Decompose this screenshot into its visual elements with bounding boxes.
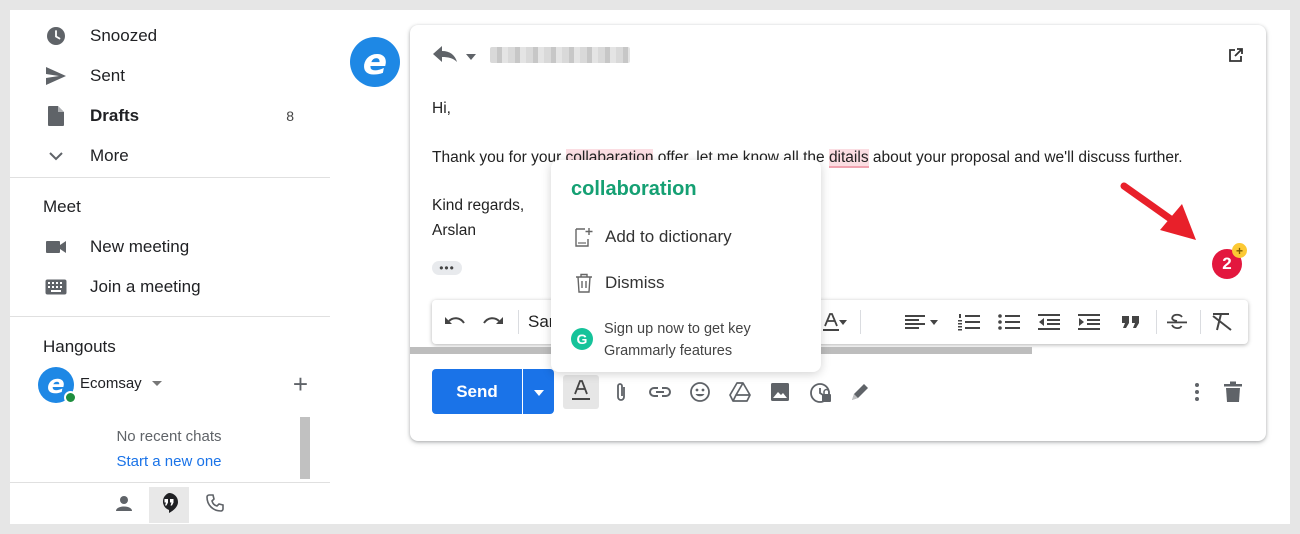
emoji-icon[interactable] [687,379,713,405]
join-meeting-button[interactable]: Join a meeting [10,267,330,307]
reply-type-selector[interactable] [432,43,476,69]
indent-less-icon[interactable] [1036,310,1062,334]
trash-icon[interactable] [1220,379,1246,405]
text-segment: about your proposal and we'll discuss fu… [868,149,1183,166]
hangouts-tabs [10,482,330,524]
video-camera-icon [44,235,68,259]
grammarly-logo-icon: G [571,328,593,350]
dismiss-button[interactable]: Dismiss [571,270,811,296]
signup-line: Sign up now to get key [604,321,751,337]
caret-down-icon[interactable] [836,310,850,334]
sidebar-item-drafts[interactable]: Drafts 8 [10,96,330,136]
caret-down-icon[interactable] [152,381,162,386]
arrow-annotation-icon [1120,182,1202,249]
phone-icon [206,493,224,517]
sender-avatar: e [350,37,400,87]
pop-out-icon[interactable] [1228,47,1244,68]
add-to-dictionary-label: Add to dictionary [605,227,732,246]
redo-icon[interactable] [480,310,506,334]
trash-icon [571,270,597,296]
gmail-window: Snoozed Sent Drafts 8 More Meet New meet… [10,10,1290,524]
sidebar-item-label: Sent [90,66,125,85]
sidebar-item-label: More [90,146,129,165]
link-icon[interactable] [647,379,673,405]
email-signature: Arslan [432,222,476,239]
dismiss-label: Dismiss [605,273,665,292]
more-options-icon[interactable] [1184,379,1210,405]
hangouts-icon [159,492,179,519]
person-icon [115,494,133,517]
clock-icon [44,24,68,48]
drive-icon[interactable] [727,379,753,405]
sidebar-item-label: Drafts [90,106,140,125]
hangouts-user[interactable]: e Ecomsay + [38,367,328,404]
grammarly-signup-link[interactable]: G Sign up now to get key Grammarly featu… [571,318,811,362]
toolbar-separator [518,310,519,334]
hangouts-user-name: Ecomsay [80,375,142,392]
toolbar-separator [1156,310,1157,334]
sidebar-item-snoozed[interactable]: Snoozed [10,16,330,56]
more-send-options-button[interactable] [523,369,554,414]
caret-down-icon [466,47,476,65]
align-icon[interactable] [902,310,928,334]
start-new-chat-link[interactable]: Start a new one [38,453,300,470]
strikethrough-icon[interactable] [1164,310,1190,334]
signup-line: Grammarly features [604,343,733,359]
caret-down-icon [533,383,544,401]
new-meeting-button[interactable]: New meeting [10,227,330,267]
add-to-dictionary-button[interactable]: Add to dictionary [571,224,811,250]
quote-icon[interactable] [1118,310,1144,334]
sidebar-item-sent[interactable]: Sent [10,56,330,96]
send-button[interactable]: Send [432,369,522,414]
sidebar-item-label: Snoozed [90,26,158,45]
draft-icon [44,104,68,128]
send-icon [44,64,68,88]
signature-pen-icon[interactable] [847,379,873,405]
scrollbar[interactable] [300,417,310,479]
misspelled-word[interactable]: ditails [828,149,869,168]
grammarly-premium-indicator: + [1232,243,1247,258]
email-greeting: Hi, [432,100,451,117]
chats-tab[interactable] [149,487,189,523]
meet-title: Meet [43,197,81,216]
chat-list: No recent chats Start a new one [38,415,310,480]
indent-more-icon[interactable] [1076,310,1102,334]
sidebar-item-more[interactable]: More [10,136,330,176]
bulleted-list-icon[interactable] [996,310,1022,334]
contacts-tab[interactable] [104,487,144,523]
attach-icon[interactable] [608,379,634,405]
hangouts-title: Hangouts [43,337,116,356]
chevron-down-icon [44,144,68,168]
sidebar: Snoozed Sent Drafts 8 More Meet New meet… [10,10,330,524]
grammarly-suggestion-popup: collaboration Add to dictionary Dismiss … [551,160,821,372]
dictionary-add-icon [571,224,597,250]
remove-formatting-icon[interactable] [1209,310,1235,334]
email-signoff: Kind regards, [432,197,525,214]
caret-down-icon[interactable] [927,310,941,334]
toolbar-separator [1200,310,1201,334]
keyboard-icon [44,275,68,299]
reply-icon [432,45,458,68]
suggested-word[interactable]: collaboration [571,178,697,201]
signup-text: Sign up now to get key Grammarly feature… [604,318,751,362]
add-chat-icon[interactable]: + [293,369,308,399]
toolbar-separator [860,310,861,334]
new-meeting-label: New meeting [90,237,190,256]
numbered-list-icon[interactable] [956,310,982,334]
show-trimmed-content-button[interactable]: ••• [432,261,462,275]
undo-icon[interactable] [442,310,468,334]
drafts-count: 8 [286,108,294,124]
text-format-icon [571,379,591,406]
no-recent-chats: No recent chats [116,428,222,445]
phone-tab[interactable] [195,487,235,523]
confidential-mode-icon[interactable] [807,379,833,405]
divider [10,177,330,178]
formatting-options-button[interactable] [563,375,599,409]
recipient-field[interactable] [490,47,630,63]
photo-icon[interactable] [767,379,793,405]
divider [10,316,330,317]
online-status-dot [64,391,77,404]
text-segment: Thank you for your [432,149,566,166]
join-meeting-label: Join a meeting [90,277,201,296]
